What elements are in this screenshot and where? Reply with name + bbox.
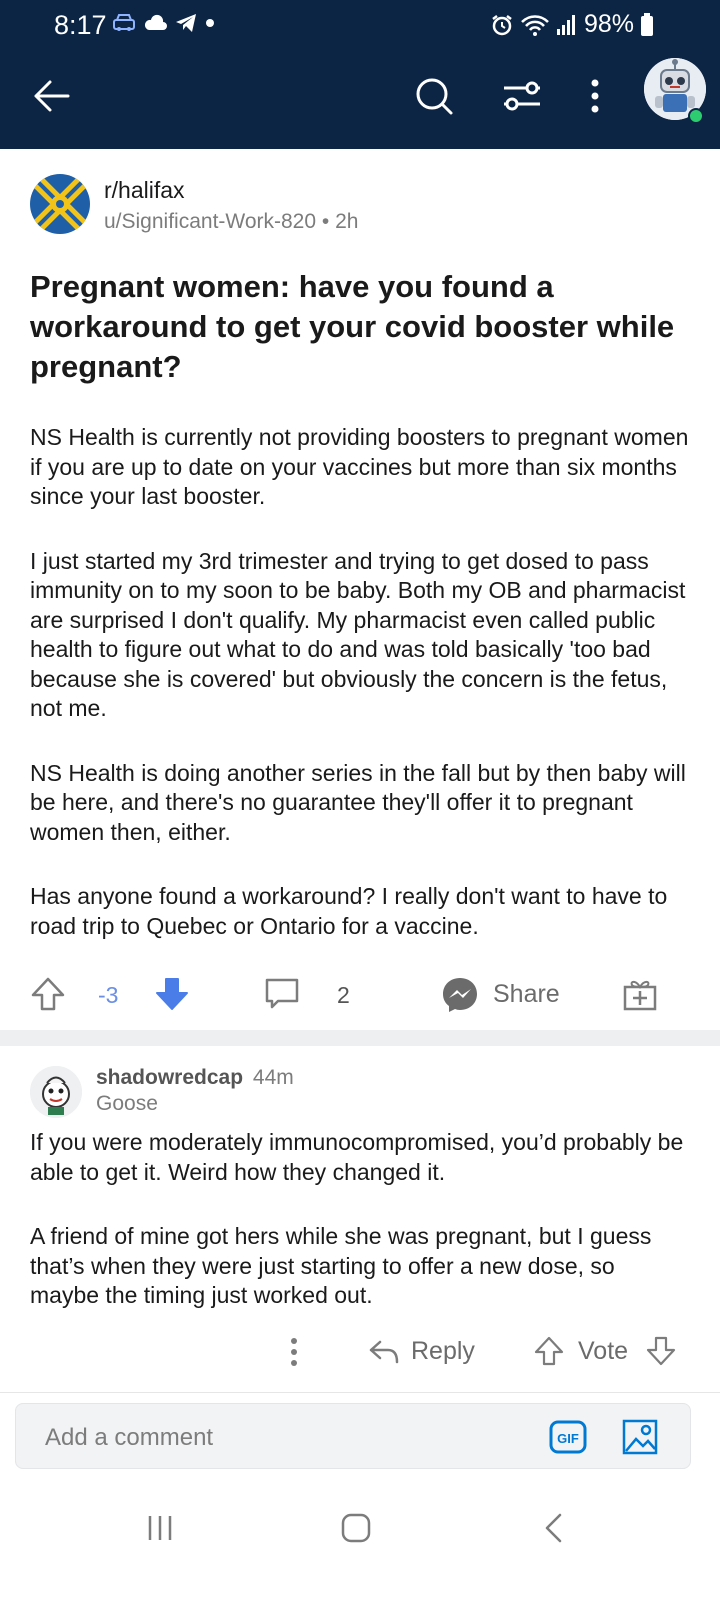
recent-apps-icon <box>148 1516 172 1540</box>
comment-count: 2 <box>337 982 350 1008</box>
cloud-icon <box>144 14 167 30</box>
award-button[interactable] <box>620 974 660 1014</box>
telegram-icon <box>176 14 196 32</box>
comment-composer: Add a comment GIF <box>0 1392 720 1482</box>
post-paragraph: Has anyone found a workaround? I really … <box>30 883 668 939</box>
comment-avatar[interactable] <box>30 1066 82 1118</box>
chevron-left-icon <box>545 1513 562 1543</box>
reply-arrow-icon <box>369 1340 399 1364</box>
app-bar <box>0 52 720 149</box>
post-age: 2h <box>335 210 359 233</box>
reply-button[interactable] <box>366 1334 402 1370</box>
arrow-left-icon <box>34 80 70 112</box>
gif-button[interactable]: GIF <box>548 1418 588 1456</box>
comment-author[interactable]: shadowredcap <box>96 1066 243 1089</box>
comment-actions: Reply Vote <box>0 1328 720 1372</box>
status-notification-icons <box>112 12 216 34</box>
more-vertical-icon <box>591 79 599 113</box>
post-action-bar: -3 2 Share <box>0 960 720 1030</box>
alarm-icon <box>492 14 512 35</box>
post-body: NS Health is currently not providing boo… <box>30 423 690 976</box>
status-time: 8:17 <box>54 10 107 40</box>
comment-body: If you were moderately immunocompromised… <box>30 1128 690 1346</box>
commenter-avatar <box>30 1066 82 1118</box>
downvote-arrow-icon <box>646 1336 676 1366</box>
comments-button[interactable] <box>262 974 302 1014</box>
comment-more-button[interactable] <box>282 1334 306 1370</box>
post-author-line: u/Significant-Work-820 • 2h <box>104 210 358 234</box>
comment-bubble-icon <box>265 978 299 1009</box>
post-meta: r/halifax u/Significant-Work-820 • 2h <box>104 174 358 234</box>
car-icon <box>113 14 135 31</box>
subreddit-name[interactable]: r/halifax <box>104 177 358 204</box>
back-button[interactable] <box>28 72 76 120</box>
post-paragraph: NS Health is doing another series in the… <box>30 759 686 845</box>
home-button[interactable] <box>334 1506 378 1550</box>
halifax-flag-icon <box>30 174 90 234</box>
image-upload-button[interactable] <box>620 1418 660 1456</box>
comment-downvote-button[interactable] <box>644 1332 678 1370</box>
image-icon <box>622 1419 658 1455</box>
post-title: Pregnant women: have you found a workaro… <box>30 269 675 384</box>
comment-input[interactable]: Add a comment GIF <box>15 1403 691 1469</box>
post-author[interactable]: u/Significant-Work-820 <box>104 210 316 233</box>
battery-icon <box>641 12 653 36</box>
share-label[interactable]: Share <box>493 980 560 1009</box>
wifi-icon <box>521 14 549 36</box>
system-nav-bar <box>0 1482 720 1600</box>
comment-input-placeholder: Add a comment <box>45 1424 214 1451</box>
signal-icon <box>556 14 575 35</box>
comment-author-line: shadowredcap 44m <box>96 1066 294 1090</box>
messenger-icon <box>443 978 477 1012</box>
battery-percent: 98% <box>583 10 634 38</box>
comment-flair: Goose <box>96 1092 158 1115</box>
section-divider <box>0 1030 720 1046</box>
notification-dot-icon <box>206 19 214 27</box>
gif-icon: GIF <box>549 1420 587 1454</box>
comment-paragraph: A friend of mine got hers while she was … <box>30 1223 652 1308</box>
gif-icon-label: GIF <box>557 1431 579 1446</box>
post-score: -3 <box>98 982 119 1008</box>
gift-icon <box>623 980 657 1011</box>
upvote-arrow-icon <box>534 1336 564 1366</box>
reply-label[interactable]: Reply <box>411 1337 475 1366</box>
comment-paragraph: If you were moderately immunocompromised… <box>30 1129 684 1185</box>
recent-apps-button[interactable] <box>138 1506 182 1550</box>
upvote-arrow-icon <box>31 977 65 1011</box>
online-status-dot <box>688 108 704 124</box>
subreddit-icon[interactable] <box>30 174 90 234</box>
status-right: 98% <box>490 10 654 39</box>
comment-age: 44m <box>252 1066 294 1089</box>
more-button[interactable] <box>576 72 614 120</box>
vote-label: Vote <box>578 1337 629 1365</box>
post-paragraph: NS Health is currently not providing boo… <box>30 424 689 509</box>
post-header: r/halifax u/Significant-Work-820 • 2h <box>30 174 358 234</box>
sort-button[interactable] <box>498 72 546 120</box>
sort-filter-icon <box>504 81 540 111</box>
more-vertical-icon <box>291 1338 297 1366</box>
downvote-button[interactable] <box>152 974 192 1014</box>
status-bar: 8:17 98% <box>0 0 720 52</box>
home-icon <box>341 1513 371 1543</box>
upvote-button[interactable] <box>28 974 68 1014</box>
search-icon <box>416 78 453 115</box>
meta-separator: • <box>321 210 330 233</box>
post-paragraph: I just started my 3rd trimester and tryi… <box>30 547 686 722</box>
search-button[interactable] <box>410 72 458 120</box>
system-back-button[interactable] <box>532 1506 576 1550</box>
comment-upvote-button[interactable] <box>532 1332 566 1370</box>
downvote-arrow-icon <box>156 978 188 1010</box>
share-button[interactable] <box>438 973 482 1017</box>
